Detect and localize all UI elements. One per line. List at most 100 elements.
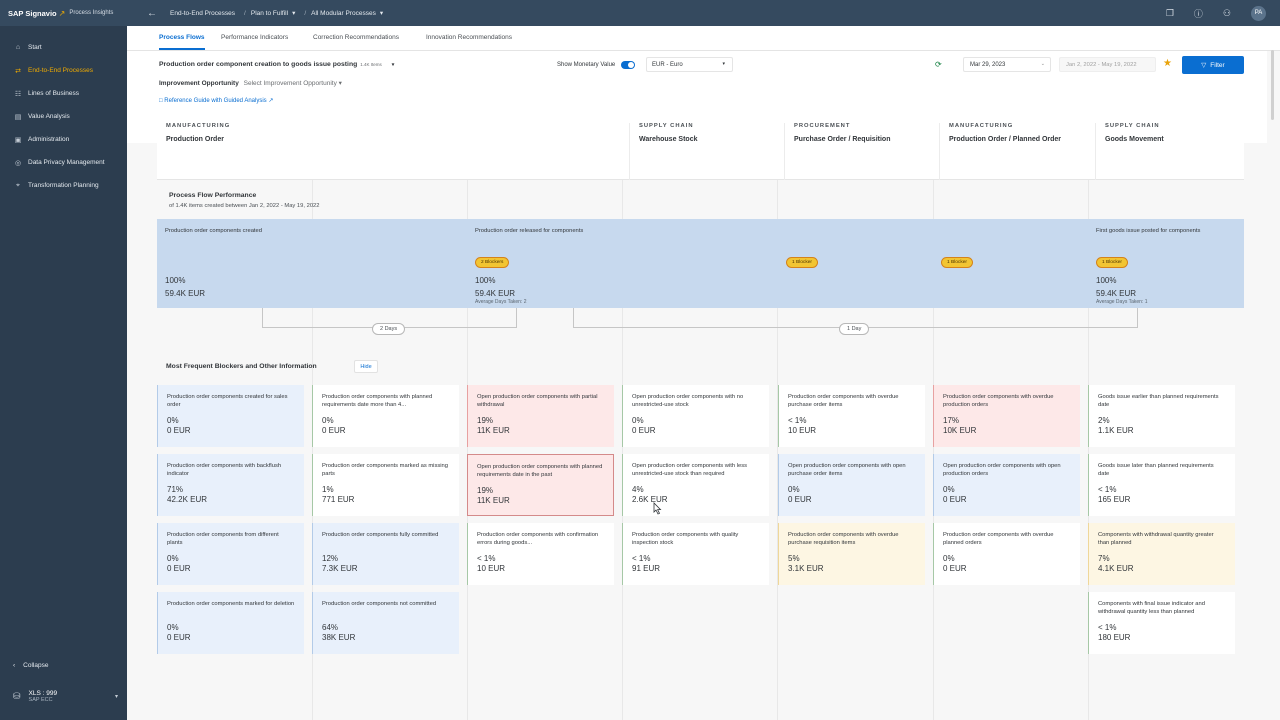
blocker-badge[interactable]: 1 Blocker (1096, 257, 1128, 268)
privacy-icon: ◎ (14, 159, 22, 167)
filter-icon: ▽ (1201, 62, 1207, 69)
blocker-card[interactable]: Production order components with overdue… (778, 523, 925, 585)
blocker-card-text: Production order components from differe… (167, 532, 279, 546)
column-title: Production Order (166, 136, 224, 143)
blocker-card[interactable]: Production order components with planned… (312, 385, 459, 447)
flow-step-goods-issue[interactable]: First goods issue posted for components … (1088, 219, 1244, 308)
duration-pill: 2 Days (372, 323, 406, 335)
help-icon[interactable]: ⓘ (1194, 7, 1203, 20)
blocker-badge[interactable]: 1 Blocker (941, 257, 973, 268)
blocker-card[interactable]: Production order components with overdue… (778, 385, 925, 447)
blocker-card-percent: < 1% (1098, 485, 1117, 494)
avatar[interactable]: PA (1251, 5, 1266, 21)
favorite-star-icon[interactable]: ★ (1163, 58, 1172, 69)
breadcrumb-item[interactable]: Plan to Fulfill (251, 10, 288, 17)
breadcrumb-item[interactable]: All Modular Processes (311, 10, 376, 17)
column-title: Purchase Order / Requisition (794, 136, 891, 143)
filter-label: Filter (1210, 61, 1225, 69)
blocker-card[interactable]: Production order components with backflu… (157, 454, 304, 516)
blocker-card[interactable]: Open production order components with pl… (467, 454, 614, 516)
blocker-card-value: 10 EUR (788, 426, 817, 435)
blocker-badge[interactable]: 2 Blockers (475, 257, 510, 268)
blocker-card[interactable]: Goods issue later than planned requireme… (1088, 454, 1235, 516)
blocker-card-percent: 0% (167, 623, 179, 632)
blocker-card-text: Production order components with overdue… (943, 394, 1054, 408)
column-title: Warehouse Stock (639, 136, 698, 143)
sidebar-item-start[interactable]: ⌂ Start (0, 36, 127, 59)
blocker-card-value: 0 EUR (167, 426, 191, 435)
chevron-down-icon[interactable]: ▾ (380, 9, 383, 17)
blocker-card-percent: 1% (322, 485, 334, 494)
step-avg-days: Average Days Taken: 1 (1096, 299, 1148, 305)
breadcrumb-item[interactable]: End-to-End Processes (170, 10, 235, 17)
sidebar-item-administration[interactable]: ▣ Administration (0, 128, 127, 151)
system-selector[interactable]: ⛁ XLS : 999 SAP ECC ▾ (13, 690, 118, 703)
tab-performance-indicators[interactable]: Performance Indicators (221, 34, 288, 41)
blocker-card[interactable]: Components with withdrawal quantity grea… (1088, 523, 1235, 585)
signavio-logo-icon: ↗ (58, 8, 66, 18)
sidebar-item-data-privacy-management[interactable]: ◎ Data Privacy Management (0, 151, 127, 174)
blocker-card[interactable]: Open production order components with op… (933, 454, 1080, 516)
blocker-card[interactable]: Open production order components with no… (622, 385, 769, 447)
improvement-select[interactable]: Select Improvement Opportunity ▾ (244, 80, 342, 87)
reference-guide-link[interactable]: □ Reference Guide with Guided Analysis ↗ (159, 97, 273, 104)
blocker-card-percent: 4% (632, 485, 644, 494)
blocker-card[interactable]: Components with final issue indicator an… (1088, 592, 1235, 654)
blocker-card[interactable]: Production order components marked for d… (157, 592, 304, 654)
blocker-card-percent: 17% (943, 416, 960, 425)
filter-button[interactable]: ▽ Filter (1182, 56, 1244, 74)
tab-process-flows[interactable]: Process Flows (159, 34, 205, 50)
blocker-card[interactable]: Production order components not committe… (312, 592, 459, 654)
scrollbar[interactable] (1271, 50, 1274, 120)
tab-innovation-recommendations[interactable]: Innovation Recommendations (426, 34, 512, 41)
blocker-card-value: 91 EUR (632, 564, 661, 573)
sidebar-item-end-to-end-processes[interactable]: ⇄ End-to-End Processes (0, 59, 127, 82)
process-flow-band: Production order components created 100%… (157, 219, 1244, 308)
date-value: Mar 29, 2023 (970, 62, 1006, 68)
sidebar-item-value-analysis[interactable]: ▤ Value Analysis (0, 105, 127, 128)
sidebar-item-transformation-planning[interactable]: ⌖ Transformation Planning (0, 174, 127, 197)
blocker-card[interactable]: Production order components fully commit… (312, 523, 459, 585)
blocker-card[interactable]: Open production order components with pa… (467, 385, 614, 447)
blocker-card-percent: 12% (322, 554, 339, 563)
date-picker[interactable]: Mar 29, 2023 ⌄ (963, 57, 1051, 72)
notes-icon[interactable]: ❐ (1166, 8, 1174, 19)
chevron-down-icon[interactable]: ▾ (292, 9, 295, 17)
monetary-switch[interactable] (621, 61, 636, 69)
column-category: MANUFACTURING (166, 123, 231, 129)
chevron-down-icon: ▾ (391, 62, 395, 68)
brand[interactable]: SAP Signavio ↗ Process Insights (0, 9, 140, 18)
blocker-card[interactable]: Production order components with overdue… (933, 385, 1080, 447)
collapse-button[interactable]: ‹ Collapse (13, 662, 48, 669)
blocker-card[interactable]: Production order components marked as mi… (312, 454, 459, 516)
blocker-card-text: Production order components with confirm… (477, 532, 599, 546)
blocker-card[interactable]: Production order components with overdue… (933, 523, 1080, 585)
blocker-card-percent: 19% (477, 486, 494, 495)
blocker-card[interactable]: Production order components with confirm… (467, 523, 614, 585)
system-type: SAP ECC (28, 697, 53, 703)
blocker-card[interactable]: Production order components from differe… (157, 523, 304, 585)
blocker-card[interactable]: Open production order components with op… (778, 454, 925, 516)
column-title: Production Order / Planned Order (949, 136, 1062, 143)
chevron-left-icon: ‹ (13, 662, 16, 669)
blocker-card[interactable]: Open production order components with le… (622, 454, 769, 516)
sidebar-item-label: Value Analysis (28, 113, 70, 120)
refresh-icon[interactable]: ⟳ (935, 60, 942, 69)
blocker-card-value: 0 EUR (943, 495, 967, 504)
tab-correction-recommendations[interactable]: Correction Recommendations (313, 34, 399, 41)
system-name: XLS : 999 (28, 690, 58, 697)
blocker-card[interactable]: Production order components created for … (157, 385, 304, 447)
blocker-card[interactable]: Production order components with quality… (622, 523, 769, 585)
blocker-card[interactable]: Goods issue earlier than planned require… (1088, 385, 1235, 447)
breadcrumb-separator-icon: / (244, 9, 246, 17)
blocker-badge[interactable]: 1 Blocker (786, 257, 818, 268)
sidebar-item-label: Start (28, 44, 42, 51)
back-arrow-icon[interactable]: ← (140, 8, 164, 19)
currency-select[interactable]: EUR - Euro ▾ (646, 57, 733, 72)
hide-button[interactable]: Hide (354, 360, 378, 373)
process-selector[interactable]: Production order component creation to g… (159, 61, 394, 68)
flow-step-created[interactable]: Production order components created 100%… (157, 219, 467, 308)
sidebar-item-lines-of-business[interactable]: ☷ Lines of Business (0, 82, 127, 105)
support-headset-icon[interactable]: ⚇ (1223, 8, 1231, 19)
flow-step-released[interactable]: Production order released for components… (467, 219, 777, 308)
